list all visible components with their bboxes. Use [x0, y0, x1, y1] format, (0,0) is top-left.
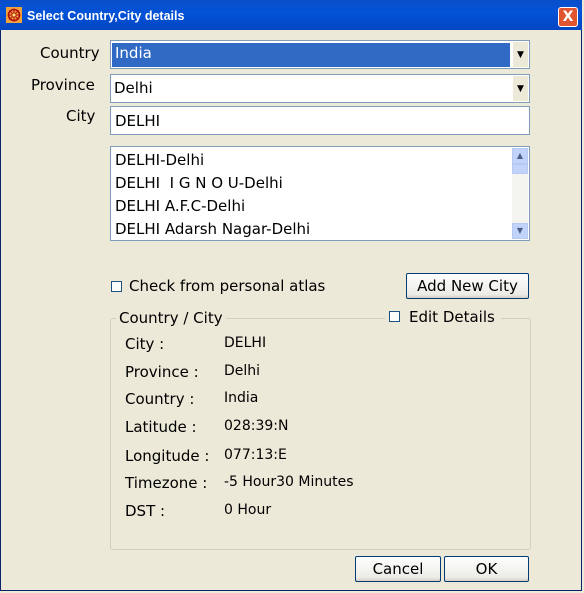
timezone-info-value: -5 Hour30 Minutes: [224, 474, 354, 490]
longitude-info-value: 077:13:E: [224, 447, 287, 463]
province-label: Province: [31, 76, 95, 94]
personal-atlas-checkbox[interactable]: [111, 281, 122, 292]
country-label: Country: [40, 44, 100, 62]
app-icon: [6, 7, 22, 23]
chevron-down-icon[interactable]: ▼: [512, 76, 528, 101]
city-input[interactable]: DELHI: [110, 106, 530, 135]
province-info-value: Delhi: [224, 363, 261, 379]
add-new-city-button[interactable]: Add New City: [406, 273, 529, 299]
close-icon[interactable]: X: [558, 7, 578, 27]
list-item[interactable]: DELHI-Delhi: [115, 151, 204, 169]
timezone-info-label: Timezone :: [125, 474, 208, 492]
list-item[interactable]: DELHI I G N O U-Delhi: [115, 174, 283, 192]
latitude-info-value: 028:39:N: [224, 418, 289, 434]
title-bar[interactable]: Select Country,City details X: [0, 0, 582, 30]
chevron-down-icon[interactable]: ▼: [512, 42, 528, 67]
edit-details-checkbox[interactable]: [389, 311, 400, 322]
province-select[interactable]: Delhi ▼: [110, 74, 530, 103]
scroll-down-icon[interactable]: ▼: [512, 223, 528, 239]
province-select-value: Delhi: [114, 79, 153, 97]
country-select[interactable]: India ▼: [110, 40, 530, 69]
country-info-value: India: [224, 390, 259, 406]
city-info-label: City :: [125, 335, 165, 353]
scroll-thumb[interactable]: [512, 164, 528, 174]
scroll-up-icon[interactable]: ▲: [512, 148, 528, 164]
dst-info-value: 0 Hour: [224, 502, 272, 518]
details-group-title: Country / City: [116, 309, 226, 327]
longitude-info-label: Longitude :: [125, 447, 210, 465]
ok-button[interactable]: OK: [444, 556, 529, 582]
city-info-value: DELHI: [224, 335, 267, 351]
latitude-info-label: Latitude :: [125, 418, 197, 436]
list-item[interactable]: DELHI A.F.C-Delhi: [115, 197, 245, 215]
window-title: Select Country,City details: [27, 9, 185, 23]
country-info-label: Country :: [125, 390, 195, 408]
city-label: City: [66, 107, 96, 125]
list-item[interactable]: DELHI Adarsh Nagar-Delhi: [115, 220, 310, 238]
edit-details-label[interactable]: Edit Details: [409, 308, 495, 326]
dst-info-label: DST :: [125, 502, 166, 520]
country-select-value: India: [112, 43, 510, 67]
province-info-label: Province :: [125, 363, 199, 381]
city-input-value: DELHI: [115, 112, 161, 130]
city-list[interactable]: DELHI-Delhi DELHI I G N O U-Delhi DELHI …: [110, 146, 530, 241]
list-scrollbar[interactable]: ▲ ▼: [512, 148, 528, 239]
cancel-button[interactable]: Cancel: [355, 556, 441, 582]
personal-atlas-label[interactable]: Check from personal atlas: [129, 277, 325, 295]
